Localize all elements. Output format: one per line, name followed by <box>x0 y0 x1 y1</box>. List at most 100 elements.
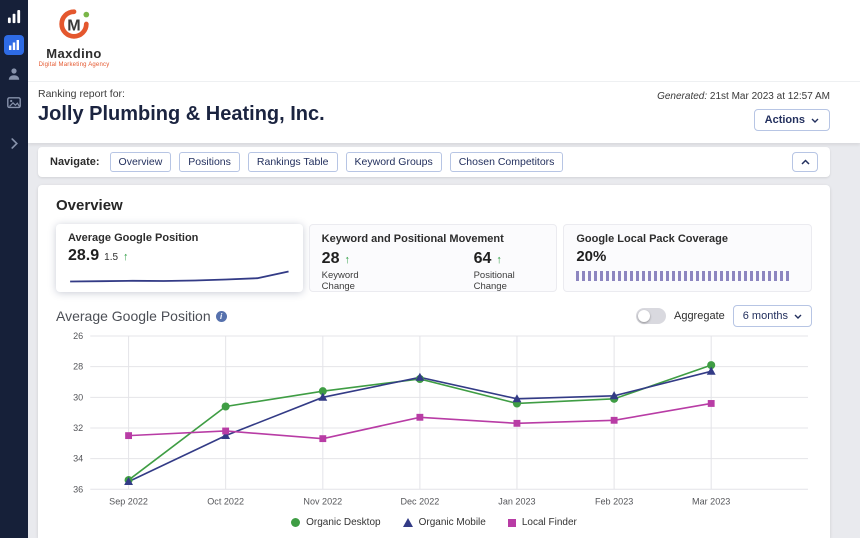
report-header-left: Ranking report for: Jolly Plumbing & Hea… <box>38 88 325 131</box>
actions-button-label: Actions <box>765 114 805 126</box>
rankings-glyph <box>8 39 20 51</box>
person-glyph <box>7 67 21 81</box>
info-icon[interactable]: i <box>216 311 227 322</box>
overview-section: Overview Average Google Position 28.9 1.… <box>38 185 830 538</box>
clients-nav-icon[interactable] <box>4 64 24 84</box>
chevron-down-icon <box>794 314 802 319</box>
nav-item-keyword-groups[interactable]: Keyword Groups <box>346 152 442 172</box>
generated-timestamp: Generated: 21st Mar 2023 at 12:57 AM <box>657 91 830 102</box>
navigate-bar: Navigate: Overview Positions Rankings Ta… <box>38 147 830 177</box>
chevron-down-icon <box>811 118 819 123</box>
svg-text:26: 26 <box>73 332 83 341</box>
app-logo-icon[interactable] <box>4 6 24 26</box>
chevron-up-icon <box>801 159 810 165</box>
local-pack-dash <box>768 271 771 281</box>
keyword-change-block: 28 ↑ Keyword Change <box>322 250 389 292</box>
collapse-navigate-button[interactable] <box>792 152 818 172</box>
local-pack-dash <box>696 271 699 281</box>
local-pack-value: 20% <box>576 248 799 265</box>
toggle-knob <box>638 310 650 322</box>
local-pack-dash <box>708 271 711 281</box>
legend-label: Organic Desktop <box>306 517 380 528</box>
nav-item-overview[interactable]: Overview <box>110 152 172 172</box>
agency-brand-tagline: Digital Marketing Agency <box>38 62 110 68</box>
main-content: M Maxdino Digital Marketing Agency Ranki… <box>28 0 860 538</box>
svg-text:32: 32 <box>73 423 83 433</box>
stat-card-movement[interactable]: Keyword and Positional Movement 28 ↑ Key… <box>309 224 558 292</box>
stat-card-local-pack[interactable]: Google Local Pack Coverage 20% <box>563 224 812 292</box>
local-pack-dash <box>624 271 627 281</box>
app-sidebar <box>0 0 28 538</box>
nav-item-positions[interactable]: Positions <box>179 152 240 172</box>
local-pack-dash <box>726 271 729 281</box>
svg-text:36: 36 <box>73 484 83 494</box>
local-pack-dash <box>786 271 789 281</box>
local-pack-dash <box>690 271 693 281</box>
positional-change-block: 64 ↑ Positional Change <box>474 250 545 292</box>
svg-text:30: 30 <box>73 392 83 402</box>
agency-brand-name: Maxdino <box>38 46 110 61</box>
date-range-select[interactable]: 6 months <box>733 305 812 327</box>
positional-change-label: Positional Change <box>474 270 545 292</box>
rankings-nav-icon[interactable] <box>4 35 24 55</box>
local-pack-dash <box>678 271 681 281</box>
agency-header: M Maxdino Digital Marketing Agency <box>28 0 860 82</box>
local-pack-dash <box>600 271 603 281</box>
local-pack-dash <box>714 271 717 281</box>
local-pack-dash <box>672 271 675 281</box>
svg-text:Oct 2022: Oct 2022 <box>207 496 244 506</box>
expand-sidebar-icon[interactable] <box>11 136 18 154</box>
overview-heading: Overview <box>56 197 812 214</box>
actions-button[interactable]: Actions <box>754 109 830 131</box>
local-pack-dash <box>780 271 783 281</box>
up-arrow-icon: ↑ <box>344 254 350 266</box>
stat-card-average-position[interactable]: Average Google Position 28.9 1.5 ↑ <box>56 224 303 292</box>
up-arrow-icon: ↑ <box>496 254 502 266</box>
aggregate-label: Aggregate <box>674 310 725 322</box>
media-nav-icon[interactable] <box>4 93 24 113</box>
aggregate-toggle[interactable] <box>636 308 666 324</box>
svg-text:Dec 2022: Dec 2022 <box>400 496 439 506</box>
generated-value: 21st Mar 2023 at 12:57 AM <box>710 91 830 102</box>
legend-marker-square-icon <box>508 519 516 527</box>
nav-item-rankings-table[interactable]: Rankings Table <box>248 152 338 172</box>
chart-controls: Aggregate 6 months <box>636 305 812 327</box>
keyword-change-label: Keyword Change <box>322 270 389 292</box>
date-range-value: 6 months <box>743 310 788 322</box>
stat-title: Google Local Pack Coverage <box>576 233 799 245</box>
legend-item[interactable]: Organic Desktop <box>291 517 380 528</box>
position-chart-svg: 262830323436Sep 2022Oct 2022Nov 2022Dec … <box>56 332 812 515</box>
svg-text:28: 28 <box>73 362 83 372</box>
local-pack-dash <box>636 271 639 281</box>
local-pack-dash <box>732 271 735 281</box>
legend-label: Local Finder <box>522 517 577 528</box>
svg-text:Jan 2023: Jan 2023 <box>498 496 535 506</box>
generated-label: Generated: <box>657 91 707 102</box>
avg-position-change: 1.5 <box>104 252 118 263</box>
local-pack-dash <box>738 271 741 281</box>
svg-text:Mar 2023: Mar 2023 <box>692 496 730 506</box>
local-pack-dash <box>576 271 579 281</box>
local-pack-dash <box>774 271 777 281</box>
chart-title: Average Google Position <box>56 308 211 324</box>
image-glyph <box>7 96 21 110</box>
stat-title: Average Google Position <box>68 232 291 244</box>
legend-label: Organic Mobile <box>419 517 486 528</box>
local-pack-dash <box>642 271 645 281</box>
nav-item-chosen-competitors[interactable]: Chosen Competitors <box>450 152 564 172</box>
svg-text:Feb 2023: Feb 2023 <box>595 496 633 506</box>
keyword-change-value: 28 <box>322 250 340 268</box>
chart-header: Average Google Position i Aggregate 6 mo… <box>56 305 812 327</box>
legend-item[interactable]: Local Finder <box>508 517 577 528</box>
local-pack-dash <box>720 271 723 281</box>
report-body: Navigate: Overview Positions Rankings Ta… <box>28 143 860 538</box>
app-window: M Maxdino Digital Marketing Agency Ranki… <box>0 0 860 538</box>
svg-text:Sep 2022: Sep 2022 <box>109 496 148 506</box>
report-header-right: Generated: 21st Mar 2023 at 12:57 AM Act… <box>657 88 830 131</box>
local-pack-dash <box>660 271 663 281</box>
stat-title: Keyword and Positional Movement <box>322 233 545 245</box>
local-pack-dash <box>618 271 621 281</box>
local-pack-dash <box>666 271 669 281</box>
legend-item[interactable]: Organic Mobile <box>403 517 486 528</box>
local-pack-dash <box>582 271 585 281</box>
